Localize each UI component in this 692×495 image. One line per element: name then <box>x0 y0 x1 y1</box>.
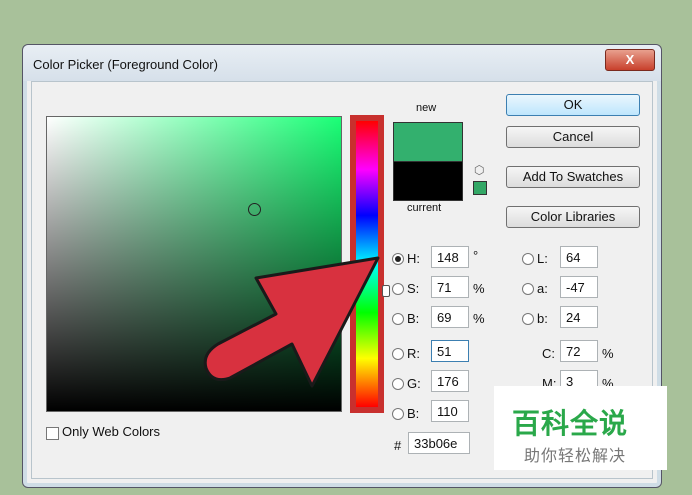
lightness-radio[interactable] <box>522 253 534 265</box>
blue-radio[interactable] <box>392 408 404 420</box>
color-libraries-button[interactable]: Color Libraries <box>506 206 640 228</box>
saturation-label: S: <box>407 281 420 296</box>
green-radio[interactable] <box>392 378 404 390</box>
green-input[interactable]: 176 <box>431 370 469 392</box>
saturation-radio[interactable] <box>392 283 404 295</box>
blue-input[interactable]: 110 <box>431 400 469 422</box>
dialog-title: Color Picker (Foreground Color) <box>33 57 218 72</box>
lightness-label: L: <box>537 251 548 266</box>
b-channel-radio[interactable] <box>522 313 534 325</box>
only-web-colors-label: Only Web Colors <box>62 424 161 439</box>
color-field-marker[interactable] <box>248 203 261 216</box>
hue-slider-handle-right[interactable] <box>382 285 390 297</box>
title-bar: Color Picker (Foreground Color) X <box>23 45 661 81</box>
b-channel-label: b: <box>537 311 548 326</box>
cyan-unit: % <box>602 346 614 361</box>
web-safe-color-swatch[interactable] <box>473 181 487 195</box>
blue-label: B: <box>407 406 420 421</box>
a-channel-input[interactable]: -47 <box>560 276 598 298</box>
hue-label: H: <box>407 251 420 266</box>
b-channel-input[interactable]: 24 <box>560 306 598 328</box>
close-button[interactable]: X <box>605 49 655 71</box>
red-label: R: <box>407 346 420 361</box>
watermark-subtitle: 助你轻松解决 <box>524 448 627 465</box>
watermark-badge: 百科全说 助你轻松解决 <box>494 386 667 470</box>
current-color-swatch[interactable] <box>393 161 463 201</box>
new-color-label: new <box>416 102 437 114</box>
watermark-title: 百科全说 <box>512 408 629 439</box>
red-radio[interactable] <box>392 348 404 360</box>
a-channel-radio[interactable] <box>522 283 534 295</box>
cyan-input[interactable]: 72 <box>560 340 598 362</box>
new-color-swatch <box>393 122 463 162</box>
saturation-input[interactable]: 71 <box>431 276 469 298</box>
cyan-label: C: <box>542 346 555 361</box>
a-channel-label: a: <box>537 281 548 296</box>
annotation-arrow-icon <box>203 256 380 388</box>
cancel-button[interactable]: Cancel <box>506 126 640 148</box>
lightness-input[interactable]: 64 <box>560 246 598 268</box>
brightness-radio[interactable] <box>392 313 404 325</box>
web-safe-cube-icon[interactable]: ⬡ <box>474 164 486 176</box>
current-color-label: current <box>407 202 442 214</box>
only-web-colors-checkbox[interactable] <box>46 427 59 440</box>
saturation-unit: % <box>473 281 485 296</box>
red-input[interactable]: 51 <box>431 340 469 362</box>
ok-button[interactable]: OK <box>506 94 640 116</box>
hex-input[interactable]: 33b06e <box>408 432 470 454</box>
hue-radio[interactable] <box>392 253 404 265</box>
brightness-unit: % <box>473 311 485 326</box>
hex-label: # <box>394 438 402 453</box>
brightness-input[interactable]: 69 <box>431 306 469 328</box>
hue-unit: ° <box>473 248 479 263</box>
brightness-label: B: <box>407 311 420 326</box>
add-to-swatches-button[interactable]: Add To Swatches <box>506 166 640 188</box>
hue-input[interactable]: 148 <box>431 246 469 268</box>
green-label: G: <box>407 376 421 391</box>
